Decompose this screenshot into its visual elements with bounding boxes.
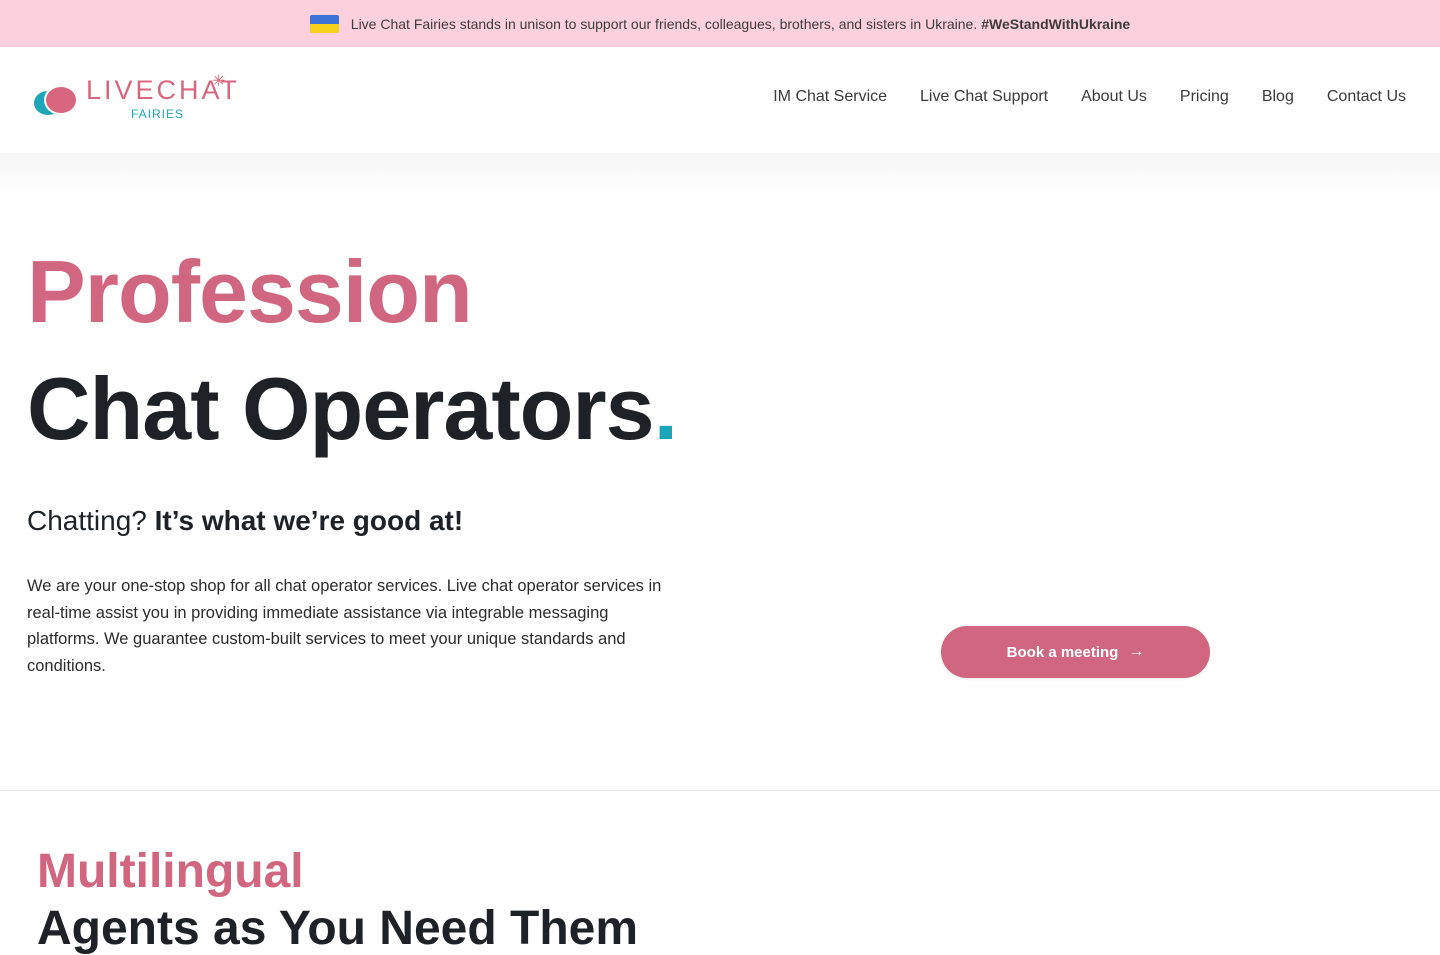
hero-tagline: Chatting? It’s what we’re good at! xyxy=(27,505,463,537)
main-nav: IM Chat Service Live Chat Support About … xyxy=(773,88,1406,106)
section-title-multilingual: Multilingual xyxy=(37,845,304,898)
logo-subtitle: FAIRIES xyxy=(131,107,185,121)
hero-title-line1: Profession xyxy=(27,242,473,341)
banner-hashtag[interactable]: #WeStandWithUkraine xyxy=(981,16,1130,32)
cta-label: Book a meeting xyxy=(1006,643,1119,661)
banner-text: Live Chat Fairies stands in unison to su… xyxy=(350,15,978,32)
chat-bubbles-icon xyxy=(32,81,80,121)
hero-title-line2: Chat Operators. xyxy=(27,365,678,453)
tagline-bold: It’s what we’re good at! xyxy=(154,505,464,536)
sparkle-icon: ✳ xyxy=(212,73,226,90)
hero-title-text: Chat Operators xyxy=(27,359,655,458)
section-divider xyxy=(0,790,1440,791)
tagline-regular: Chatting? xyxy=(27,505,147,536)
site-logo[interactable]: LIVECHAT FAIRIES ✳ xyxy=(32,73,242,125)
hero-title-dot: . xyxy=(653,359,678,458)
nav-item-about-us[interactable]: About Us xyxy=(1081,88,1147,106)
site-header: LIVECHAT FAIRIES ✳ IM Chat Service Live … xyxy=(0,47,1440,153)
section-subtitle: Agents as You Need Them xyxy=(37,902,639,955)
nav-item-pricing[interactable]: Pricing xyxy=(1180,88,1229,106)
arrow-right-icon: → xyxy=(1128,643,1145,660)
nav-item-blog[interactable]: Blog xyxy=(1262,88,1294,106)
announcement-banner: Live Chat Fairies stands in unison to su… xyxy=(0,0,1440,47)
hero-intro-text: We are your one-stop shop for all chat o… xyxy=(27,577,662,675)
book-meeting-button[interactable]: Book a meeting → xyxy=(941,626,1210,678)
header-shadow xyxy=(0,153,1440,201)
ukraine-flag-icon xyxy=(309,14,339,33)
nav-item-live-chat-support[interactable]: Live Chat Support xyxy=(920,88,1048,106)
nav-item-contact-us[interactable]: Contact Us xyxy=(1327,88,1406,106)
nav-item-im-chat-service[interactable]: IM Chat Service xyxy=(773,88,887,106)
